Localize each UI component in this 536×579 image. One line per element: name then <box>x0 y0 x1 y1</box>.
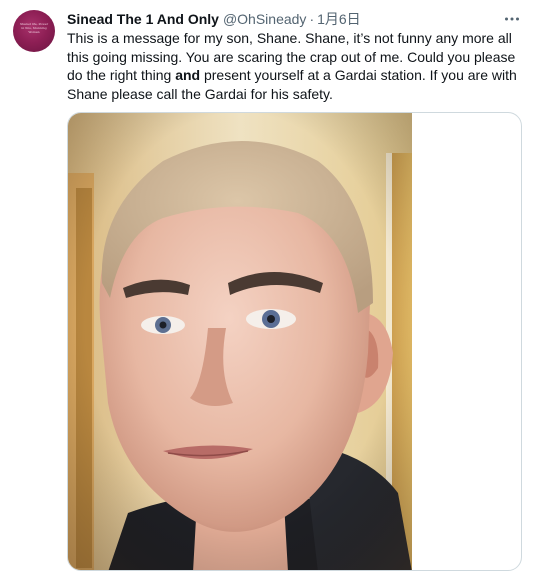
tweet-header: Sinead The 1 And Only @OhSineady · 1月6日 <box>67 9 522 29</box>
avatar[interactable]: Shared life, Power in this, Stunning Wom… <box>13 10 55 52</box>
tweet-text-bold: and <box>175 67 201 83</box>
avatar-text: Shared life, Power in this, Stunning Wom… <box>19 22 49 34</box>
display-name[interactable]: Sinead The 1 And Only <box>67 11 219 27</box>
tweet-date[interactable]: 1月6日 <box>317 9 361 29</box>
more-horizontal-icon[interactable] <box>502 9 522 29</box>
tweet-media[interactable] <box>67 112 522 571</box>
photo-of-young-man[interactable] <box>68 113 412 571</box>
tweet-card: Shared life, Power in this, Stunning Wom… <box>0 0 536 579</box>
separator-dot: · <box>309 11 315 27</box>
tweet-text: This is a message for my son, Shane. Sha… <box>67 29 527 103</box>
user-handle[interactable]: @OhSineady <box>223 11 306 27</box>
